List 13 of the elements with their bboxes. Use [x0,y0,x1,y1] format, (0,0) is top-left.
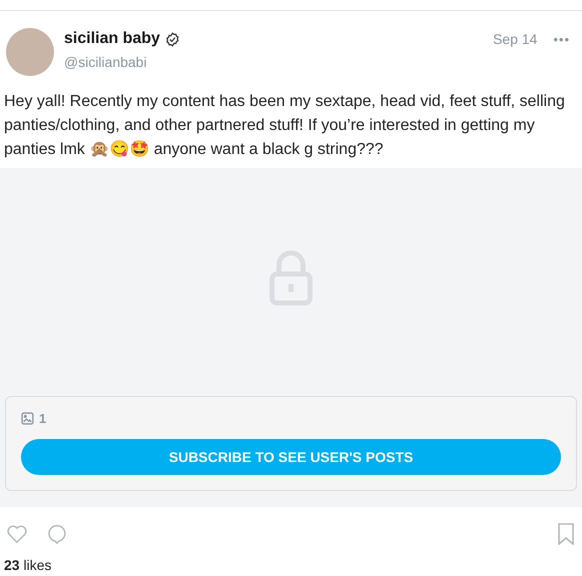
comment-button[interactable] [46,523,68,545]
likes-count[interactable]: 23 likes [0,545,582,573]
like-button[interactable] [6,523,28,545]
author-name[interactable]: sicilian baby [64,30,160,48]
image-icon [21,412,34,425]
subscribe-button[interactable]: SUBSCRIBE TO SEE USER'S POSTS [21,439,561,475]
user-handle[interactable]: @sicilianbabi [64,54,483,70]
more-button[interactable]: ••• [547,32,576,47]
post-date: Sep 14 [492,30,538,47]
avatar[interactable] [6,28,54,76]
media-count: 1 [39,411,46,426]
post-text: Hey yall! Recently my content has been my sextape, head vid, feet stuff, selling panties/clothing, and other partnered stuff! If you’re interested in getting my panties lmk 🙊😋🤩 anyone want a black g string??? [3,92,566,160]
bookmark-button[interactable] [556,523,576,545]
